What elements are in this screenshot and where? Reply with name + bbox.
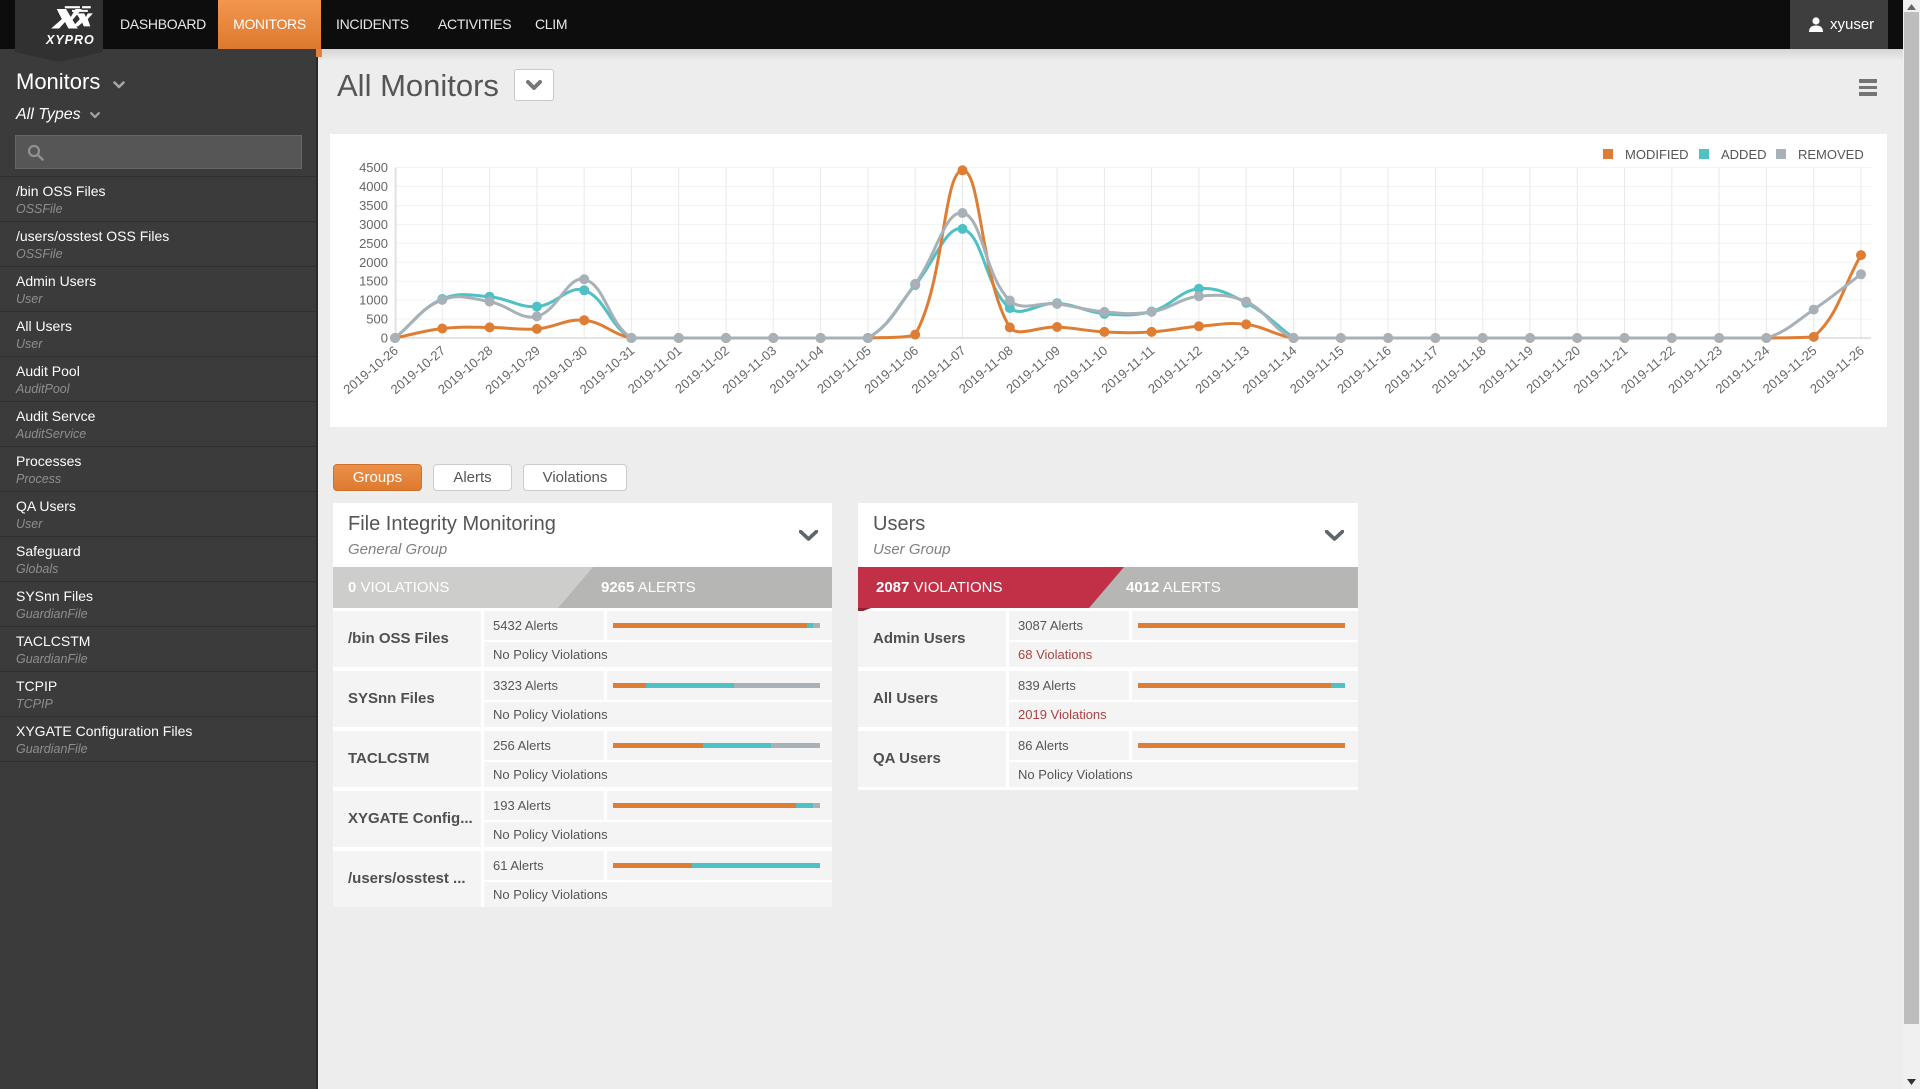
- svg-text:ADDED: ADDED: [1721, 147, 1767, 162]
- svg-text:4000: 4000: [359, 179, 388, 194]
- svg-text:1500: 1500: [359, 274, 388, 289]
- svg-text:2500: 2500: [359, 236, 388, 251]
- svg-text:4500: 4500: [359, 160, 388, 175]
- svg-text:500: 500: [366, 312, 388, 327]
- svg-text:REMOVED: REMOVED: [1798, 147, 1864, 162]
- svg-text:XYPRO: XYPRO: [45, 33, 95, 47]
- svg-text:2000: 2000: [359, 255, 388, 270]
- svg-text:MODIFIED: MODIFIED: [1625, 147, 1689, 162]
- svg-text:3500: 3500: [359, 198, 388, 213]
- svg-text:1000: 1000: [359, 293, 388, 308]
- svg-text:0: 0: [381, 331, 388, 346]
- svg-text:3000: 3000: [359, 217, 388, 232]
